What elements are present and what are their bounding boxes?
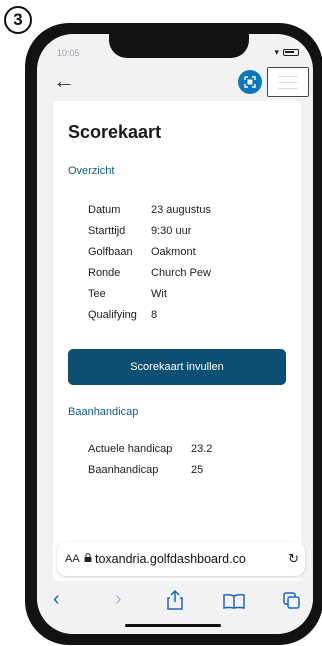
scan-icon[interactable] [238,70,262,94]
info-value: Wit [151,288,167,300]
info-label: Tee [88,288,106,300]
info-label: Qualifying [88,309,137,321]
status-time: 10:05 [57,48,80,58]
handicap-value: 25 [191,464,204,476]
info-value: 8 [151,309,158,321]
scan-glyph-icon [244,76,256,88]
back-icon[interactable]: ‹ [53,588,60,611]
info-label: Ronde [88,267,121,279]
share-glyph-icon [167,589,183,610]
info-row-qualifying: Qualifying 8 [88,309,157,321]
info-label: Starttijd [88,225,126,237]
info-value: Church Pew [151,267,211,279]
info-row-start-time: Starttijd 9:30 uur [88,225,191,237]
notch [109,34,249,58]
info-row-date: Datum 23 augustus [88,204,211,216]
tabs-icon[interactable] [283,592,301,616]
tabs-glyph-icon [283,592,300,609]
handicap-heading: Baanhandicap [68,406,139,418]
url-text[interactable]: toxandria.golfdashboard.co [95,552,246,566]
handicap-value: 23.2 [191,443,213,455]
handicap-label: Actuele handicap [88,443,173,455]
battery-icon [283,49,299,56]
reload-icon[interactable]: ↻ [288,551,299,567]
page-title: Scorekaart [68,122,162,142]
book-glyph-icon [223,593,245,609]
forward-icon[interactable]: › [115,588,122,611]
status-icons: ▾ [274,47,299,58]
text-size-button[interactable]: AA [65,553,80,565]
info-value: 23 augustus [151,204,211,216]
share-icon[interactable] [166,589,184,616]
home-indicator [125,624,221,627]
info-row-course: Golfbaan Oakmont [88,246,196,258]
fill-scorecard-button[interactable]: Scorekaart invullen [68,349,286,385]
info-value: Oakmont [151,246,196,258]
info-label: Golfbaan [88,246,133,258]
info-row-round: Ronde Church Pew [88,267,211,279]
info-label: Datum [88,204,121,216]
address-bar[interactable]: AA toxandria.golfdashboard.co ↻ [57,542,305,576]
lock-icon [84,553,92,562]
overview-heading: Overzicht [68,165,115,177]
wifi-icon: ▾ [274,47,279,57]
bookmarks-icon[interactable] [223,592,245,615]
menu-button[interactable] [267,67,309,97]
handicap-row-course: Baanhandicap 25 [88,464,203,476]
back-arrow-icon[interactable]: ← [53,70,75,92]
step-number-badge: 3 [4,6,32,34]
scorecard-card: Scorekaart Overzicht Datum 23 augustus St… [53,101,301,581]
info-row-tee: Tee Wit [88,288,167,300]
phone-screen: 10:05 ▾ ← Scorekaart Overzicht Datum 23 a… [37,34,313,634]
handicap-label: Baanhandicap [88,464,159,476]
info-value: 9:30 uur [151,225,192,237]
handicap-row-current: Actuele handicap 23.2 [88,443,212,455]
